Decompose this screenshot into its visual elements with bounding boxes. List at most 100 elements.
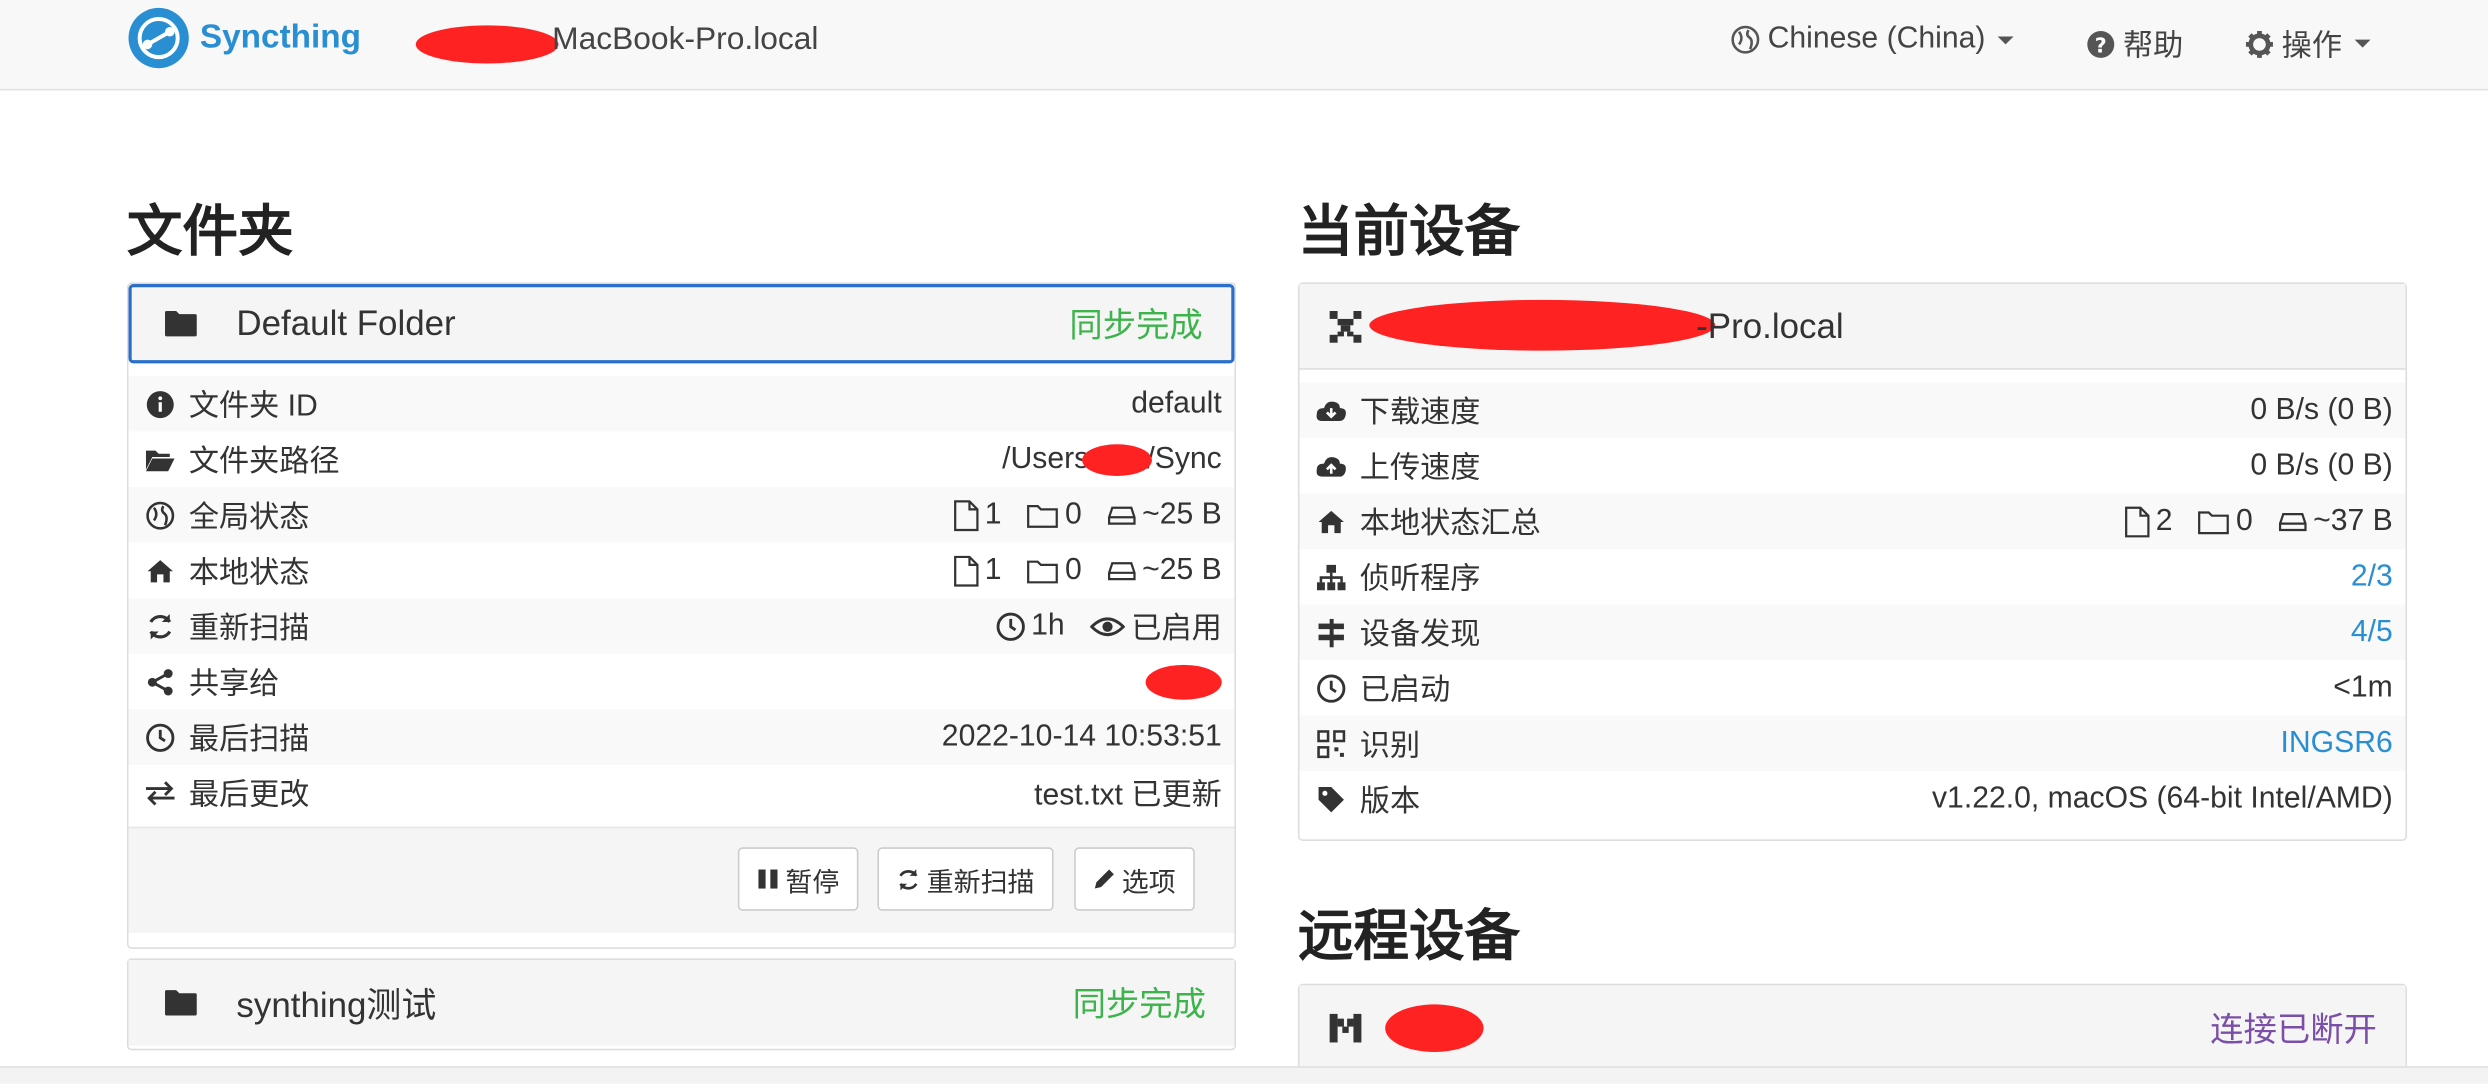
file-count: 1 [984, 497, 1002, 531]
row-label: 最后更改 [188, 779, 310, 813]
row-shared-with: 共享给 [129, 654, 1235, 710]
folder-status: 同步完成 [1072, 986, 1206, 1024]
folder-outline-icon [1027, 504, 1059, 528]
options-button[interactable]: 选项 [1074, 847, 1195, 911]
hdd-icon [1107, 505, 1136, 524]
row-folder-path: 文件夹路径 /Users /Sync [129, 432, 1235, 488]
row-value: 2 0 ~37 B [2124, 504, 2393, 539]
row-uptime: 已启动 <1m [1300, 660, 2406, 716]
home-icon [1315, 505, 1347, 537]
dir-count: 0 [1065, 552, 1082, 587]
folder-panel-default: Default Folder 同步完成 文件夹 ID default 文件夹路径… [126, 282, 1237, 949]
size: ~25 B [1142, 497, 1222, 531]
folders-title: 文件夹 [126, 201, 294, 264]
syncthing-logo-icon [128, 7, 189, 69]
home-icon [144, 555, 176, 587]
remote-device-header[interactable]: 连接已断开 [1299, 985, 2406, 1072]
folder-panel-second: synthing测试 同步完成 [126, 958, 1237, 1051]
clock-icon [996, 611, 1025, 641]
row-download-rate: 下载速度 0 B/s (0 B) [1299, 382, 2406, 438]
row-listeners: 侦听程序 2/3 [1300, 549, 2406, 605]
row-local-summary: 本地状态汇总 2 0 ~37 B [1299, 493, 2406, 549]
redaction-mark [1385, 1004, 1484, 1052]
chevron-down-icon [2354, 39, 2371, 48]
signpost-icon [1315, 616, 1347, 648]
row-last-scan: 最后扫描 2022-10-14 10:53:51 [128, 709, 1235, 765]
redaction-mark [415, 25, 559, 64]
language-menu[interactable]: Chinese (China) [1731, 22, 2014, 57]
row-label: 重新扫描 [188, 612, 310, 646]
folder-outline-icon [1027, 559, 1059, 583]
row-local-state: 本地状态 1 0 ~25 B [129, 543, 1235, 599]
refresh-icon [144, 610, 176, 642]
dir-count: 0 [1065, 497, 1082, 531]
brand-name: Syncthing [199, 19, 361, 56]
row-value [1145, 664, 1222, 699]
hdd-icon [1107, 561, 1136, 580]
folder-name: synthing测试 [236, 985, 437, 1026]
row-label: 全局状态 [188, 501, 310, 535]
navbar: Syncthing MacBook-Pro.local Chinese (Chi… [0, 0, 2488, 91]
listeners-link[interactable]: 2/3 [2351, 559, 2393, 594]
row-identification: 识别 INGSR6 [1299, 715, 2406, 772]
folder-icon [165, 310, 197, 337]
device-identicon-icon [1329, 310, 1362, 342]
path-suffix: /Sync [1146, 441, 1222, 476]
row-value: test.txt 已更新 [1034, 779, 1222, 813]
help-label: 帮助 [2123, 30, 2184, 64]
row-label: 上传速度 [1359, 452, 1481, 486]
file-icon [953, 499, 978, 531]
cloud-upload-icon [1315, 450, 1347, 482]
this-device-panel: -Pro.local 下载速度 0 B/s (0 B) 上传速度 0 B/s (… [1297, 282, 2408, 841]
row-label: 设备发现 [1359, 618, 1481, 653]
row-label: 本地状态 [188, 556, 310, 591]
row-value: 1h 已启用 [996, 605, 1222, 648]
folder-name: Default Folder [236, 303, 456, 343]
row-label: 本地状态汇总 [1359, 507, 1541, 542]
this-device-header[interactable]: -Pro.local [1299, 284, 2406, 370]
folder-icon [165, 990, 197, 1016]
folder-actions: 暂停 重新扫描 选项 [128, 826, 1235, 933]
redaction-mark [1145, 664, 1222, 699]
redaction-mark [1369, 299, 1716, 351]
row-discovery: 设备发现 4/5 [1299, 604, 2406, 661]
options-label: 选项 [1121, 867, 1176, 898]
discovery-link[interactable]: 4/5 [2351, 615, 2393, 650]
row-value: 0 B/s (0 B) [2250, 392, 2393, 427]
folder-header-second[interactable]: synthing测试 同步完成 [128, 959, 1235, 1046]
row-label: 文件夹 ID [188, 390, 318, 424]
chevron-down-icon [1998, 35, 2014, 44]
this-device-title: 当前设备 [1297, 201, 1521, 264]
row-label: 下载速度 [1359, 396, 1481, 430]
globe-icon [144, 499, 176, 531]
row-label: 文件夹路径 [188, 445, 340, 480]
folder-outline-icon [2198, 510, 2230, 534]
row-upload-rate: 上传速度 0 B/s (0 B) [1300, 438, 2406, 494]
file-icon [2124, 505, 2149, 537]
pencil-icon [1094, 869, 1114, 889]
folder-header-default[interactable]: Default Folder 同步完成 [128, 284, 1235, 364]
rescan-interval: 1h [1031, 608, 1065, 642]
remote-device-status: 连接已断开 [2210, 1012, 2377, 1049]
help-menu[interactable]: ? 帮助 [2087, 22, 2184, 65]
pause-button[interactable]: 暂停 [737, 847, 859, 911]
device-identicon-icon [1329, 1013, 1362, 1043]
remote-device-panel: 连接已断开 [1297, 983, 2408, 1076]
brand[interactable]: Syncthing [127, 6, 361, 69]
row-folder-id: 文件夹 ID default [128, 376, 1235, 432]
actions-menu[interactable]: 操作 [2245, 22, 2371, 65]
file-count: 2 [2155, 503, 2173, 538]
row-last-change: 最后更改 test.txt 已更新 [129, 765, 1235, 821]
share-icon [144, 666, 176, 698]
row-version: 版本 v1.22.0, macOS (64-bit Intel/AMD) [1300, 771, 2406, 827]
rescan-label: 重新扫描 [926, 867, 1035, 898]
row-value: 0 B/s (0 B) [2250, 448, 2393, 482]
rescan-button[interactable]: 重新扫描 [877, 847, 1054, 911]
clock-icon [1315, 672, 1347, 704]
device-id-link[interactable]: INGSR6 [2280, 726, 2392, 761]
globe-icon [1731, 25, 1760, 54]
this-device-name: -Pro.local [1696, 305, 1844, 346]
question-circle-icon: ? [2087, 30, 2115, 58]
row-label: 已启动 [1359, 674, 1451, 708]
row-label: 识别 [1359, 729, 1421, 764]
